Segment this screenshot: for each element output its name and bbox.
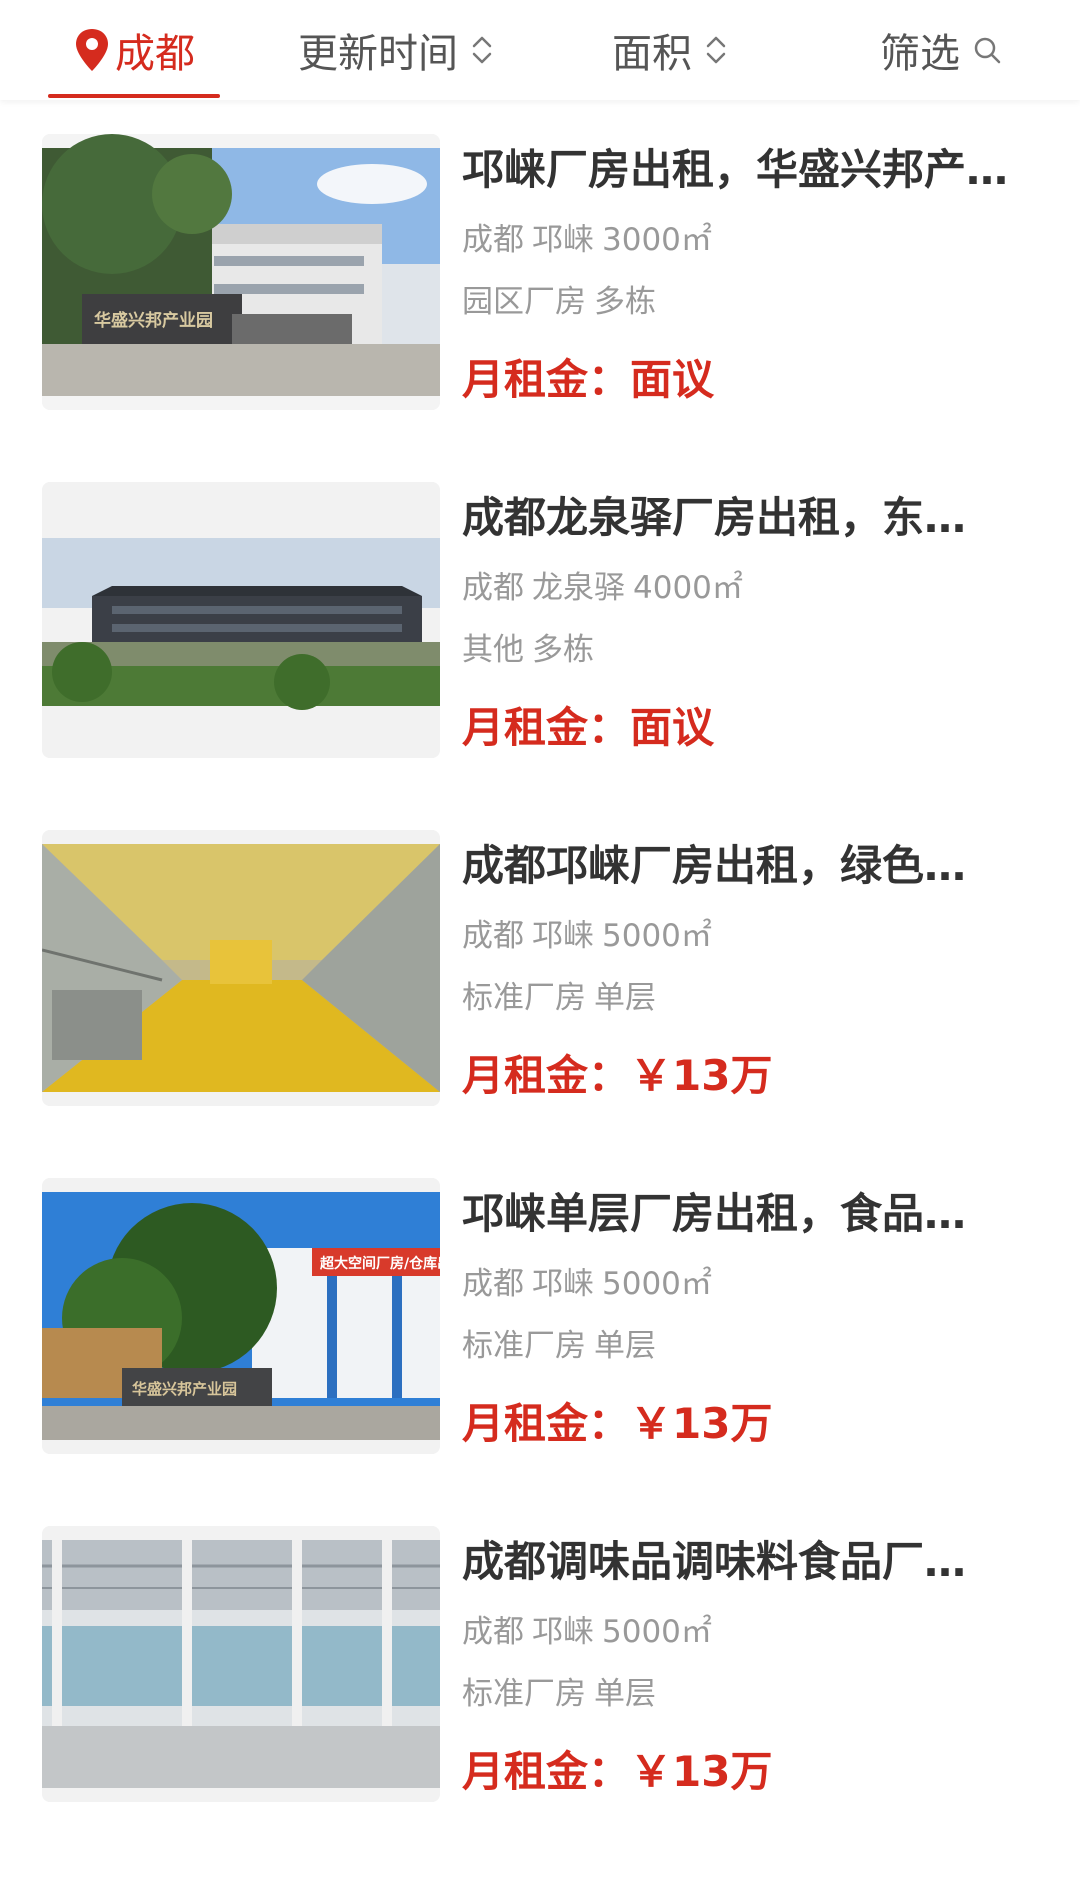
listing-price: 月租金：面议 bbox=[462, 352, 1042, 408]
listing-title: 成都龙泉驿厂房出租，东… bbox=[462, 493, 967, 542]
listing-photo: 超大空间厂房/仓库出租 华盛兴邦产业园 bbox=[42, 1178, 440, 1454]
listing-building-type: 园区厂房 bbox=[462, 284, 586, 320]
listing-type: 标准厂房 单层 bbox=[462, 978, 1042, 1018]
listing-type: 标准厂房 单层 bbox=[462, 1326, 1042, 1366]
listing-title: 邛崃单层厂房出租，食品… bbox=[462, 1189, 967, 1238]
listing-location: 成都 邛崃 3000㎡ bbox=[462, 220, 1042, 260]
listing-building-type: 标准厂房 bbox=[462, 1328, 586, 1364]
listing-location: 成都 邛崃 5000㎡ bbox=[462, 916, 1042, 956]
sort-updown-icon bbox=[472, 36, 492, 64]
price-label: 月租金： bbox=[462, 1399, 631, 1448]
sign-text: 华盛兴邦产业园 bbox=[132, 1380, 237, 1398]
listing-photo bbox=[42, 1526, 440, 1802]
listing-floors: 单层 bbox=[594, 980, 656, 1016]
listing-city: 成都 bbox=[462, 1266, 524, 1302]
listing-floors: 多栋 bbox=[594, 284, 656, 320]
listing-info: 成都调味品调味料食品厂… 成都 邛崃 5000㎡ 标准厂房 单层 月租金：￥13万 bbox=[462, 1532, 1042, 1800]
listing-district: 邛崃 bbox=[532, 1614, 594, 1650]
listing-location: 成都 龙泉驿 4000㎡ bbox=[462, 568, 1042, 608]
price-value: ￥13万 bbox=[630, 1051, 773, 1100]
listing-title: 成都邛崃厂房出租，绿色… bbox=[462, 841, 967, 890]
listing-type: 其他 多栋 bbox=[462, 630, 1042, 670]
price-label: 月租金： bbox=[462, 1747, 631, 1796]
listing-title: 邛崃厂房出租，华盛兴邦产业园… bbox=[462, 145, 1042, 194]
price-label: 月租金： bbox=[462, 1051, 631, 1100]
listing-photo: 华盛兴邦产业园 bbox=[42, 134, 440, 410]
listing-city: 成都 bbox=[462, 570, 524, 606]
listing-info: 邛崃厂房出租，华盛兴邦产业园… 成都 邛崃 3000㎡ 园区厂房 多栋 月租金：面议 bbox=[462, 140, 1042, 408]
listing-info: 成都邛崃厂房出租，绿色… 成都 邛崃 5000㎡ 标准厂房 单层 月租金：￥13万 bbox=[462, 836, 1042, 1104]
listing-building-type: 标准厂房 bbox=[462, 980, 586, 1016]
listing-price: 月租金：￥13万 bbox=[462, 1396, 1042, 1452]
listing-area: 5000㎡ bbox=[602, 1266, 712, 1302]
listing-floors: 单层 bbox=[594, 1676, 656, 1712]
listing-location: 成都 邛崃 5000㎡ bbox=[462, 1612, 1042, 1652]
listing-title: 成都调味品调味料食品厂… bbox=[462, 1537, 967, 1586]
listing-card[interactable]: 成都调味品调味料食品厂… 成都 邛崃 5000㎡ 标准厂房 单层 月租金：￥13万 bbox=[0, 1492, 1080, 1840]
listing-city: 成都 bbox=[462, 918, 524, 954]
price-value: ￥13万 bbox=[630, 1747, 773, 1796]
listing-area: 5000㎡ bbox=[602, 1614, 712, 1650]
listing-city: 成都 bbox=[462, 222, 524, 258]
listing-area: 5000㎡ bbox=[602, 918, 712, 954]
listing-price: 月租金：面议 bbox=[462, 700, 1042, 756]
location-pin-icon bbox=[76, 29, 108, 71]
tab-area-label: 面积 bbox=[612, 31, 692, 77]
banner-text: 超大空间厂房/仓库出租 bbox=[319, 1255, 440, 1272]
price-value: ￥13万 bbox=[630, 1399, 773, 1448]
listing-photo bbox=[42, 830, 440, 1106]
tab-update-time-label: 更新时间 bbox=[298, 31, 458, 77]
tab-filter-label: 筛选 bbox=[880, 31, 960, 77]
search-icon bbox=[974, 37, 1001, 64]
listing-floors: 单层 bbox=[594, 1328, 656, 1364]
listing-photo bbox=[42, 482, 440, 758]
listing-card[interactable]: 华盛兴邦产业园 邛崃厂房出租，华盛兴邦产业园… 成都 邛崃 3000㎡ 园区厂房 多栋… bbox=[0, 100, 1080, 448]
tab-city[interactable]: 成都 bbox=[48, 0, 220, 100]
listing-type: 标准厂房 单层 bbox=[462, 1674, 1042, 1714]
listing-info: 成都龙泉驿厂房出租，东… 成都 龙泉驿 4000㎡ 其他 多栋 月租金：面议 bbox=[462, 488, 1042, 756]
listing-city: 成都 bbox=[462, 1614, 524, 1650]
listing-district: 邛崃 bbox=[532, 1266, 594, 1302]
tab-update-time[interactable]: 更新时间 bbox=[298, 0, 496, 100]
active-tab-indicator bbox=[48, 94, 220, 98]
listing-price: 月租金：￥13万 bbox=[462, 1744, 1042, 1800]
listing-building-type: 标准厂房 bbox=[462, 1676, 586, 1712]
listing-card[interactable]: 超大空间厂房/仓库出租 华盛兴邦产业园 邛崃单层厂房出租，食品… 成都邛崃500… bbox=[0, 1144, 1080, 1492]
listing-floors: 多栋 bbox=[532, 632, 594, 668]
price-value: 面议 bbox=[630, 703, 715, 752]
listing-district: 邛崃 bbox=[532, 918, 594, 954]
price-value: 面议 bbox=[630, 355, 715, 404]
listing-price: 月租金：￥13万 bbox=[462, 1048, 1042, 1104]
listing-type: 园区厂房 多栋 bbox=[462, 282, 1042, 322]
listing-location: 成都 邛崃 5000㎡ bbox=[462, 1264, 1042, 1304]
filter-bar: 成都 更新时间 面积 筛选 bbox=[0, 0, 1080, 100]
price-label: 月租金： bbox=[462, 355, 631, 404]
listing-building-type: 其他 bbox=[462, 632, 524, 668]
listing-district: 邛崃 bbox=[532, 222, 594, 258]
tab-filter[interactable]: 筛选 bbox=[880, 0, 1002, 100]
listing-area: 4000㎡ bbox=[633, 570, 743, 606]
listing-card[interactable]: 成都龙泉驿厂房出租，东… 成都 龙泉驿 4000㎡ 其他 多栋 月租金：面议 bbox=[0, 448, 1080, 796]
sort-updown-icon bbox=[706, 36, 726, 64]
sign-text: 华盛兴邦产业园 bbox=[94, 310, 213, 331]
price-label: 月租金： bbox=[462, 703, 631, 752]
listing-area: 3000㎡ bbox=[602, 222, 712, 258]
tab-city-label: 成都 bbox=[115, 31, 195, 77]
listing-info: 邛崃单层厂房出租，食品… 成都 邛崃 5000㎡ 标准厂房 单层 月租金：￥13万 bbox=[462, 1184, 1042, 1452]
listing-card[interactable]: 成都邛崃厂房出租，绿色… 成都 邛崃 5000㎡ 标准厂房 单层 月租金：￥13万 bbox=[0, 796, 1080, 1144]
listing-district: 龙泉驿 bbox=[532, 570, 625, 606]
tab-area[interactable]: 面积 bbox=[612, 0, 730, 100]
